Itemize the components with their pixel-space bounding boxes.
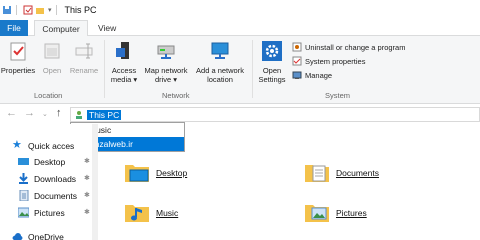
- open-icon: [44, 43, 60, 59]
- system-group-label: System: [325, 91, 351, 100]
- rename-button[interactable]: Rename: [68, 40, 100, 75]
- map-network-drive-label-2: drive ▾: [154, 75, 178, 84]
- media-server-icon: [116, 42, 129, 59]
- desktop-icon: [18, 158, 29, 165]
- nav-item-label: Documents: [34, 190, 77, 201]
- add-network-location-button[interactable]: Add a network location: [192, 40, 248, 84]
- up-arrow-icon[interactable]: ↑: [56, 107, 62, 119]
- gear-icon: [262, 41, 282, 61]
- open-settings-button[interactable]: Open Settings: [254, 40, 290, 84]
- folder-label: Documents: [336, 168, 379, 178]
- uninstall-program-label: Uninstall or change a program: [305, 42, 406, 52]
- uninstall-program-button[interactable]: Uninstall or change a program: [292, 42, 405, 52]
- network-group-label: Network: [162, 91, 190, 100]
- group-separator: [252, 40, 253, 98]
- pin-icon[interactable]: ✱: [84, 208, 90, 216]
- checklist-icon: [292, 56, 302, 66]
- open-button[interactable]: Open: [38, 40, 66, 75]
- open-settings-label-2: Settings: [258, 75, 286, 84]
- nav-item-quick-access[interactable]: ★ Quick acces: [12, 140, 74, 151]
- nav-item-label: Pictures: [34, 207, 65, 218]
- this-pc-icon: [76, 110, 82, 119]
- manage-button[interactable]: Manage: [292, 70, 332, 80]
- address-input-value[interactable]: This PC: [87, 109, 122, 120]
- map-network-drive-label-1: Map network: [144, 66, 188, 75]
- folder-label: Pictures: [336, 208, 367, 218]
- nav-pane-scrollbar[interactable]: [92, 124, 98, 240]
- group-separator: [104, 40, 105, 98]
- pictures-icon: [18, 207, 29, 218]
- computer-management-icon: [292, 71, 302, 79]
- new-folder-icon[interactable]: [35, 5, 45, 15]
- add-network-location-label-2: location: [207, 75, 233, 84]
- customize-qa-icon[interactable]: ▾: [48, 6, 52, 14]
- nav-item-label: Downloads: [34, 173, 77, 184]
- folder-icon: [305, 165, 329, 182]
- network-location-icon: [211, 42, 229, 59]
- navigation-pane: ★ Quick acces Desktop ✱ Downloads ✱ Docu…: [0, 124, 92, 240]
- forward-arrow-icon[interactable]: →: [24, 107, 35, 119]
- folder-icon: [125, 205, 149, 222]
- open-settings-label-1: Open: [262, 66, 282, 75]
- tab-view[interactable]: View: [92, 20, 122, 36]
- recent-locations-chevron-icon[interactable]: ⌄: [42, 110, 48, 118]
- pin-icon[interactable]: ✱: [84, 174, 90, 182]
- download-icon: [19, 173, 28, 184]
- title-bar: ▾ This PC: [0, 0, 480, 20]
- address-bar[interactable]: This PC: [70, 107, 480, 122]
- add-network-location-label-1: Add a network: [196, 66, 244, 75]
- nav-item-documents[interactable]: Documents: [18, 190, 77, 201]
- pin-icon[interactable]: ✱: [84, 191, 90, 199]
- save-icon[interactable]: [2, 5, 12, 15]
- network-drive-icon: [157, 45, 175, 59]
- nav-item-downloads[interactable]: Downloads: [18, 173, 76, 184]
- ribbon: Properties Open Rename Location Access m…: [0, 36, 480, 104]
- folder-documents[interactable]: Documents: [304, 162, 379, 184]
- properties-label: Properties: [0, 66, 36, 75]
- nav-item-pictures[interactable]: Pictures: [18, 207, 65, 218]
- nav-item-onedrive[interactable]: OneDrive: [12, 231, 64, 240]
- window-title: This PC: [64, 5, 97, 15]
- rename-icon: [75, 43, 93, 59]
- access-media-button[interactable]: Access media ▾: [106, 40, 142, 84]
- folder-icon: [125, 165, 149, 182]
- rename-label: Rename: [69, 66, 99, 75]
- manage-label: Manage: [305, 70, 333, 80]
- folder-icon: [305, 205, 329, 222]
- folder-label: Music: [156, 208, 179, 218]
- system-properties-label: System properties: [305, 56, 366, 66]
- open-label: Open: [42, 66, 62, 75]
- folder-music[interactable]: Music: [124, 202, 178, 224]
- cloud-icon: [12, 233, 23, 240]
- properties-icon[interactable]: [23, 5, 33, 15]
- nav-item-label: Desktop: [34, 156, 66, 167]
- uninstall-icon: [292, 42, 302, 52]
- back-arrow-icon[interactable]: ←: [6, 107, 17, 119]
- nav-item-label: Quick acces: [28, 140, 75, 151]
- ribbon-tabs: File Computer View: [0, 20, 480, 37]
- location-group-label: Location: [34, 91, 63, 100]
- access-media-label-1: Access: [111, 66, 137, 75]
- navigation-bar: ← → ⌄ ↑ This PC: [0, 104, 480, 124]
- pin-icon[interactable]: ✱: [84, 157, 90, 165]
- tab-file[interactable]: File: [0, 20, 28, 36]
- properties-icon: [10, 42, 26, 61]
- separator: [55, 5, 57, 15]
- folder-label: Desktop: [156, 168, 188, 178]
- folder-pictures[interactable]: Pictures: [304, 202, 367, 224]
- properties-button[interactable]: Properties: [0, 40, 36, 75]
- nav-item-desktop[interactable]: Desktop: [18, 156, 65, 167]
- tab-computer[interactable]: Computer: [34, 20, 88, 37]
- access-media-label-2: media ▾: [110, 75, 138, 84]
- system-properties-button[interactable]: System properties: [292, 56, 365, 66]
- documents-icon: [19, 190, 29, 201]
- separator: [16, 5, 17, 15]
- map-network-drive-button[interactable]: Map network drive ▾: [140, 40, 192, 84]
- nav-item-label: OneDrive: [28, 231, 64, 240]
- folder-desktop[interactable]: Desktop: [124, 162, 187, 184]
- star-icon: ★: [12, 139, 22, 151]
